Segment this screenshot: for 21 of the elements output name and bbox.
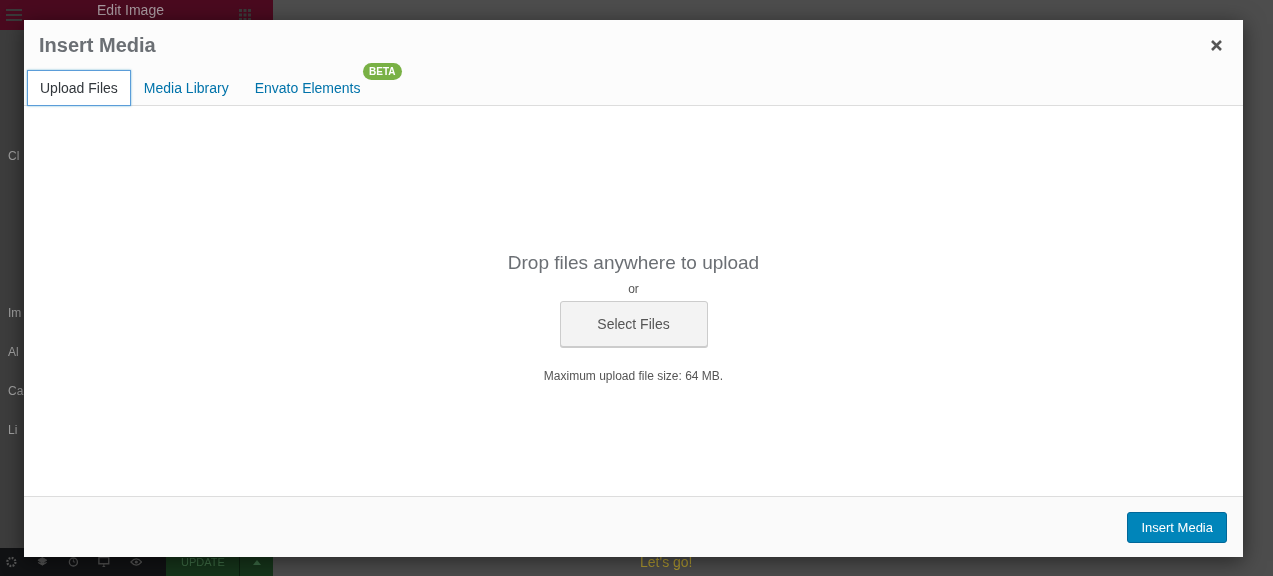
panel-label: Ca (8, 383, 25, 400)
panel-label: Li (8, 422, 19, 439)
insert-media-button[interactable]: Insert Media (1127, 511, 1227, 543)
panel-title: Edit Image (97, 2, 164, 18)
dialog-title: Insert Media (39, 33, 156, 57)
max-size-note: Maximum upload file size: 64 MB. (543, 369, 724, 383)
tab[interactable]: Media Library (130, 70, 242, 106)
panel-label: Al (8, 344, 20, 361)
panel-label: Cl (8, 148, 21, 165)
caret-icon (252, 559, 261, 565)
drop-heading: Drop files anywhere to upload (507, 252, 760, 274)
or-text: or (628, 282, 639, 296)
settings-icon[interactable] (6, 556, 17, 568)
select-files-button[interactable]: Select Files (559, 301, 708, 347)
close-icon[interactable] (1211, 39, 1222, 51)
beta-badge: BETA (363, 63, 402, 80)
history-icon[interactable] (67, 556, 79, 568)
layers-icon[interactable] (36, 556, 48, 568)
monitor-icon[interactable] (98, 556, 110, 568)
tab[interactable]: Upload Files (27, 70, 131, 106)
panel-label: Im (8, 305, 23, 322)
